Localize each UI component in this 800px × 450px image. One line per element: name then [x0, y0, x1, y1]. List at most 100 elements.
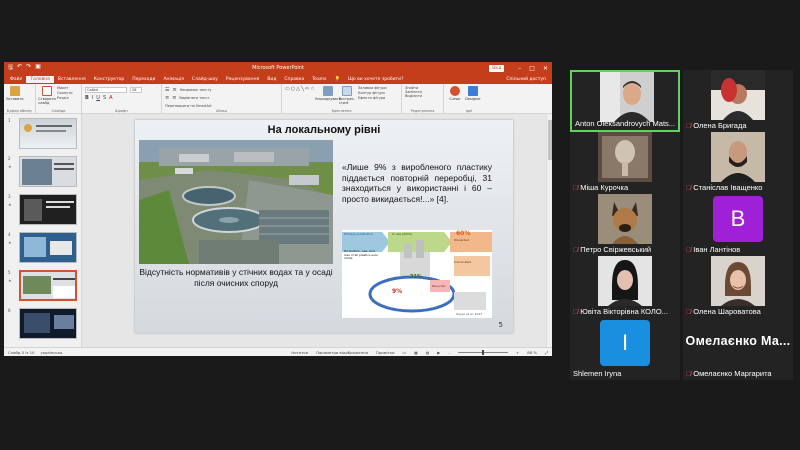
section-button[interactable]: Розділ [57, 96, 73, 100]
display-settings-button[interactable]: Параметри відображення [316, 350, 368, 355]
zoom-in-icon[interactable]: + [516, 350, 519, 355]
zoom-level[interactable]: 88 % [527, 350, 537, 355]
star-icon: ★ [8, 278, 12, 283]
font-name-box[interactable]: Calibri [85, 87, 127, 93]
shape-outline-button[interactable]: Контур фігури [358, 91, 387, 95]
status-bar: Слайд 5 із 10 українська Нотатки Парамет… [4, 347, 552, 356]
participant-tile-olena-sharovatova[interactable]: 🎙̸ Олена Шароватова [683, 256, 793, 318]
quick-styles-button[interactable]: Експрес-стилі [339, 86, 355, 105]
tab-animations[interactable]: Анімація [159, 76, 187, 83]
participant-tile-olena-bryhada[interactable]: 🎙̸ Олена Бригада [683, 70, 793, 132]
thumbnail-slide-4[interactable]: 4 ★ [8, 232, 78, 266]
participant-tile-petro[interactable]: 🎙̸ Петро Свіржевський [570, 194, 680, 256]
cursor-button[interactable]: Cursor [447, 86, 463, 101]
diagram-label-discarded: Discarded [454, 238, 470, 242]
tell-me-search[interactable]: Що ви хочете зробити? [344, 76, 407, 83]
slideshow-view-icon[interactable]: ▶ [437, 350, 440, 355]
language-indicator[interactable]: українська [40, 350, 62, 355]
shapes-gallery[interactable]: ▭ ○ △ ╲ ⇨ ☆ [285, 86, 317, 105]
tab-insert[interactable]: Вставлення [54, 76, 90, 83]
designer-button[interactable]: Designer [465, 86, 481, 101]
tab-design[interactable]: Конструктор [90, 76, 128, 83]
participant-tile-misha[interactable]: 🎙̸ Міша Курочка [570, 132, 680, 194]
numbering-icon[interactable]: ≡ [172, 87, 176, 93]
current-slide[interactable]: На локальному рівні Відсутність норматив… [135, 120, 513, 333]
paste-button[interactable]: Вставити [6, 86, 24, 101]
tab-review[interactable]: Рецензування [222, 76, 263, 83]
sorter-view-icon[interactable]: ▦ [414, 350, 418, 355]
notes-button[interactable]: Нотатки [291, 350, 308, 355]
participant-name: Петро Свіржевський [580, 245, 652, 254]
align-text-button[interactable]: Вирівняти текст [179, 96, 209, 100]
document-title: Microsoft PowerPoint [252, 65, 304, 71]
participant-video [711, 256, 765, 306]
participant-name: Іван Лантінов [693, 245, 741, 254]
tab-home[interactable]: Головна [26, 75, 54, 83]
star-icon: ★ [8, 202, 12, 207]
strike-icon[interactable]: S [103, 95, 106, 101]
underline-icon[interactable]: U [96, 95, 100, 101]
group-ideas: Cursor Designer Ідеї [444, 84, 494, 113]
diagram-pct-recycled: 9% [392, 288, 403, 295]
bullets-icon[interactable]: ☰ [165, 87, 169, 93]
participant-tile-omelaenko[interactable]: Омелаєнко Ма... 🎙̸ Омелаєнко Маргарита [683, 318, 793, 380]
vertical-scrollbar[interactable] [546, 114, 552, 347]
participant-tile-stanislav[interactable]: 🎙̸ Станіслав Іващенко [683, 132, 793, 194]
tab-transitions[interactable]: Переходи [128, 76, 159, 83]
muted-mic-icon: 🎙̸ [686, 247, 692, 254]
align-center-icon[interactable]: ≡ [172, 95, 176, 101]
participant-tile-ivan[interactable]: B 🎙̸ Іван Лантінов [683, 194, 793, 256]
arrange-button[interactable]: Упорядкувати [315, 86, 341, 105]
normal-view-icon[interactable]: ▭ [403, 350, 407, 355]
thumbnail-slide-3[interactable]: 3 ★ [8, 194, 78, 228]
shape-effects-button[interactable]: Ефекти фігури [358, 96, 387, 100]
avatar: I [600, 320, 650, 366]
participant-video [598, 256, 652, 306]
slide-caption: Відсутність нормативів у стічних водах т… [139, 267, 333, 288]
slide-title: На локальному рівні [267, 124, 381, 136]
diagram-source: Geyer et al. 2017 [456, 312, 483, 316]
text-direction-button[interactable]: Напрямок тексту [180, 88, 212, 92]
italic-icon[interactable]: I [92, 95, 93, 101]
smartart-button[interactable]: Перетворити на SmartArt [165, 104, 212, 108]
reset-button[interactable]: Скинути [57, 91, 73, 95]
participant-name: Станіслав Іващенко [693, 183, 763, 192]
star-icon: ★ [8, 240, 12, 245]
scrollbar-thumb[interactable] [548, 120, 552, 160]
layout-button[interactable]: Макет [57, 86, 73, 90]
zoom-slider[interactable] [458, 349, 509, 355]
tab-file[interactable]: Файл [6, 76, 26, 83]
thumbnail-slide-5[interactable]: 5 ★ [8, 270, 78, 304]
comments-button[interactable]: Примітки [376, 350, 395, 355]
share-button[interactable]: Спільний доступ [502, 76, 550, 83]
participant-tile-anton[interactable]: Anton Oleksandrovych Mats... [570, 70, 680, 132]
wastewater-plant-photo [139, 140, 333, 264]
tab-view[interactable]: Вид [263, 76, 280, 83]
new-slide-icon [42, 86, 52, 96]
participant-tile-shlemen[interactable]: I Shlemen Iryna [570, 318, 680, 380]
reading-view-icon[interactable]: ▤ [426, 350, 430, 355]
muted-mic-icon: 🎙̸ [573, 185, 579, 192]
align-left-icon[interactable]: ≡ [165, 95, 169, 101]
font-size-box[interactable]: 28 [130, 87, 142, 93]
fit-slide-icon[interactable]: ⤢ [545, 350, 548, 355]
thumbnail-slide-2[interactable]: 2 ★ [8, 156, 78, 190]
group-slides: Створити слайд Макет Скинути Розділ Слай… [36, 84, 82, 113]
muted-mic-icon: 🎙̸ [573, 309, 579, 316]
bold-icon[interactable]: B [85, 95, 89, 101]
font-color-icon[interactable]: A [109, 95, 112, 101]
thumbnail-slide-1[interactable]: 1 [8, 118, 78, 152]
participant-tile-yuvita[interactable]: 🎙̸ Ювіта Вікторівна КОЛО... [570, 256, 680, 318]
designer-icon [468, 86, 478, 96]
select-button[interactable]: Виділити [405, 94, 440, 98]
thumbnail-slide-6[interactable]: 6 [8, 308, 78, 342]
tab-slideshow[interactable]: Слайд-шоу [188, 76, 222, 83]
diagram-label-incinerated: Incinerated [454, 260, 472, 264]
zoom-out-icon[interactable]: – [448, 350, 450, 355]
shape-fill-button[interactable]: Заливка фігури [358, 86, 387, 90]
participant-video [598, 132, 652, 182]
tab-teams[interactable]: Teams [308, 76, 330, 83]
lightbulb-icon: 💡 [334, 76, 341, 82]
new-slide-button[interactable]: Створити слайд [38, 86, 56, 105]
tab-help[interactable]: Справка [280, 76, 308, 83]
